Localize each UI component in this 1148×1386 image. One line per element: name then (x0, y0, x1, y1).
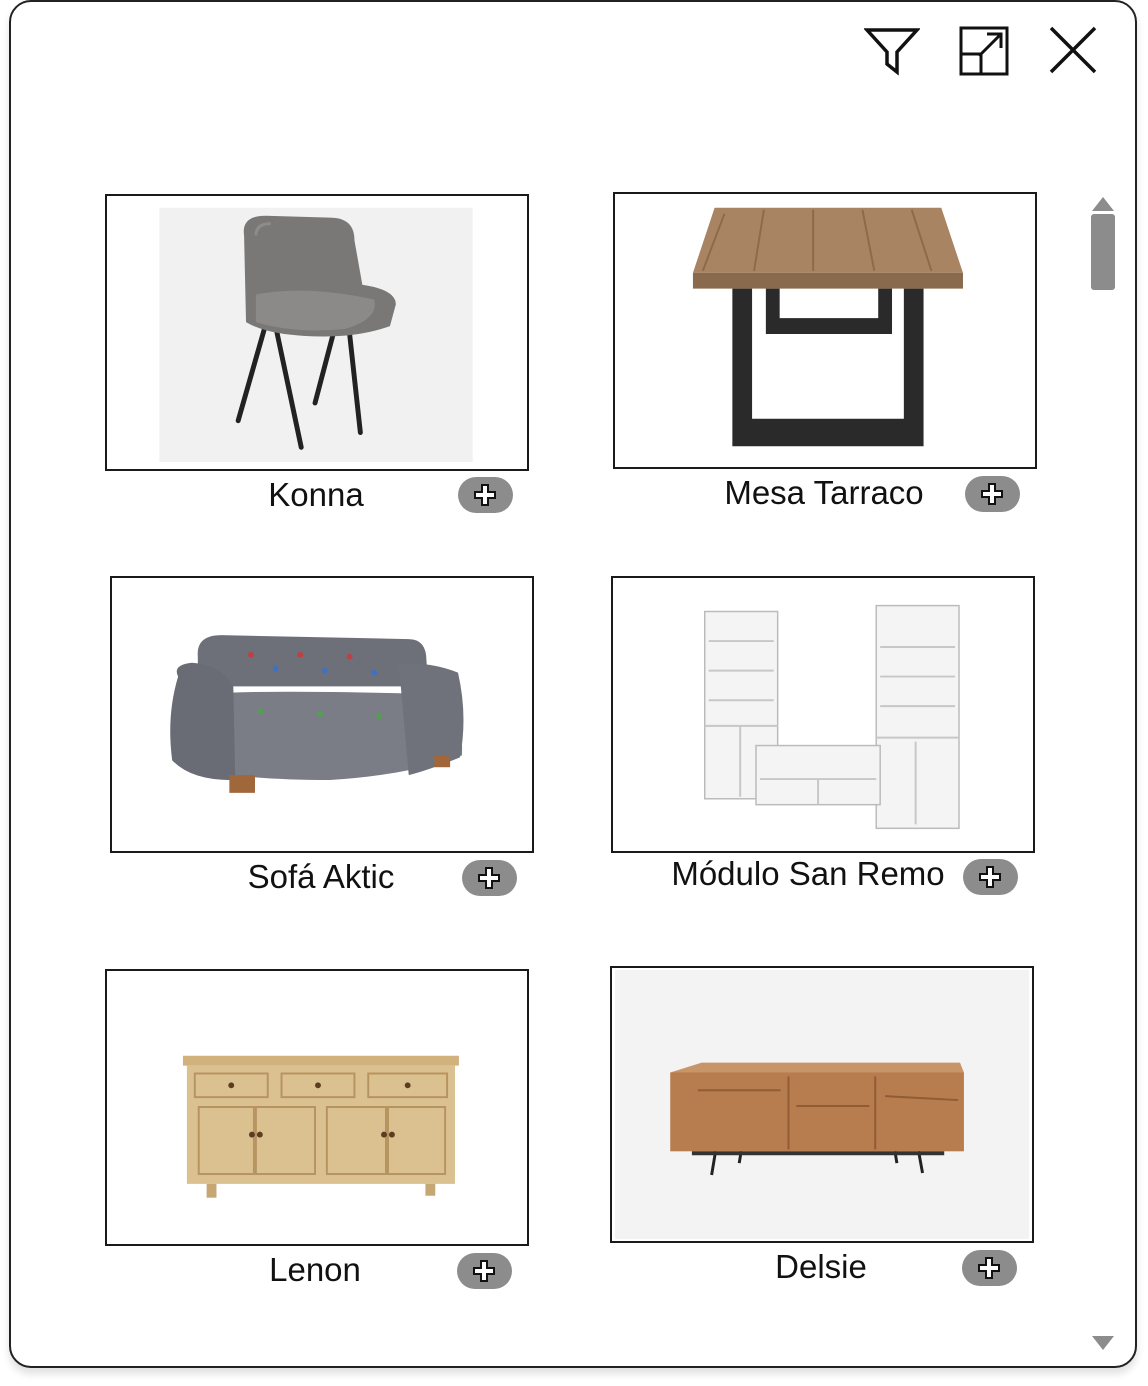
expand-button[interactable] (957, 22, 1013, 78)
plus-icon (978, 1257, 1000, 1279)
plus-icon (981, 483, 1003, 505)
add-product-button[interactable] (457, 1253, 512, 1289)
product-image-sofa[interactable] (110, 576, 534, 853)
product-image-sideboard[interactable] (105, 969, 529, 1246)
add-product-button[interactable] (462, 860, 517, 896)
close-icon (1049, 26, 1097, 74)
plus-icon (478, 867, 500, 889)
armchair-image (159, 207, 473, 463)
product-image-tv-unit[interactable] (611, 576, 1035, 853)
plus-icon (474, 484, 496, 506)
tv-unit-image (703, 604, 960, 830)
scrollbar-thumb[interactable] (1091, 214, 1115, 290)
scroll-up-arrow-icon[interactable] (1092, 197, 1114, 211)
filter-icon (863, 28, 921, 76)
product-image-armchair[interactable] (105, 194, 529, 471)
add-product-button[interactable] (963, 859, 1018, 895)
add-product-button[interactable] (458, 477, 513, 513)
filter-button[interactable] (863, 22, 921, 78)
dining-table-image (692, 207, 963, 447)
plus-icon (473, 1260, 495, 1282)
expand-icon (959, 26, 1009, 76)
scroll-down-arrow-icon[interactable] (1092, 1336, 1114, 1350)
plus-icon (979, 866, 1001, 888)
close-button[interactable] (1045, 22, 1101, 78)
add-product-button[interactable] (962, 1250, 1017, 1286)
product-image-tv-stand[interactable] (610, 966, 1034, 1243)
tv-stand-image (615, 969, 1029, 1240)
add-product-button[interactable] (965, 476, 1020, 512)
product-image-dining-table[interactable] (613, 192, 1037, 469)
sideboard-image (182, 1055, 459, 1198)
sofa-image (170, 635, 464, 793)
product-name: Módulo San Remo (671, 855, 945, 892)
